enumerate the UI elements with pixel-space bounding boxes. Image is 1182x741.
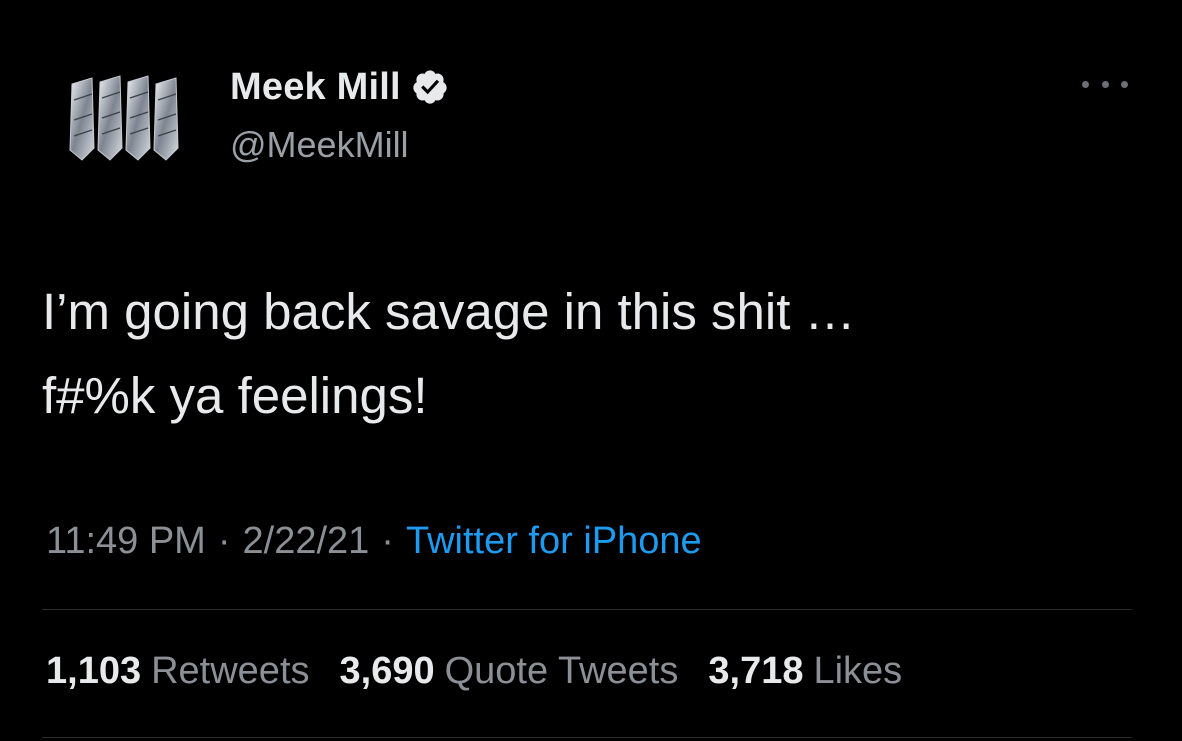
retweets-count: 1,103 xyxy=(46,650,142,692)
author-display-name[interactable]: Meek Mill xyxy=(230,66,401,109)
author-name-row[interactable]: Meek Mill xyxy=(230,62,449,112)
more-dot-icon xyxy=(1101,80,1109,88)
tweet-date[interactable]: 2/22/21 xyxy=(243,520,370,563)
avatar[interactable] xyxy=(62,70,192,166)
tweet-stats: 1,103 Retweets 3,690 Quote Tweets 3,718 Lik… xyxy=(46,650,932,693)
meta-separator: · xyxy=(217,520,231,562)
quote-tweets-count: 3,690 xyxy=(339,650,435,692)
retweets-label: Retweets xyxy=(151,650,310,692)
quote-tweets-stat[interactable]: 3,690 Quote Tweets xyxy=(340,650,679,693)
more-dot-icon xyxy=(1082,80,1089,88)
verified-badge-icon xyxy=(413,70,447,104)
likes-stat[interactable]: 3,718 Likes xyxy=(708,650,902,693)
tweet-time[interactable]: 11:49 PM xyxy=(46,520,206,563)
diamond-crystals-avatar-icon xyxy=(69,75,179,161)
tweet-card: Meek Mill @MeekMill I’m going back savag… xyxy=(0,0,1182,741)
more-options-button[interactable] xyxy=(1082,74,1128,94)
divider xyxy=(42,737,1132,738)
retweets-stat[interactable]: 1,103 Retweets xyxy=(46,650,310,693)
tweet-meta: 11:49 PM · 2/22/21 · Twitter for iPhone xyxy=(46,520,702,563)
more-dot-icon xyxy=(1121,80,1128,88)
likes-count: 3,718 xyxy=(708,650,804,692)
tweet-text: I’m going back savage in this shit … f#%… xyxy=(42,283,856,424)
quote-tweets-label: Quote Tweets xyxy=(444,650,679,692)
tweet-source-link[interactable]: Twitter for iPhone xyxy=(406,520,702,563)
meta-separator: · xyxy=(381,520,394,562)
divider xyxy=(42,609,1132,610)
likes-label: Likes xyxy=(813,650,903,692)
author-handle[interactable]: @MeekMill xyxy=(230,124,409,166)
